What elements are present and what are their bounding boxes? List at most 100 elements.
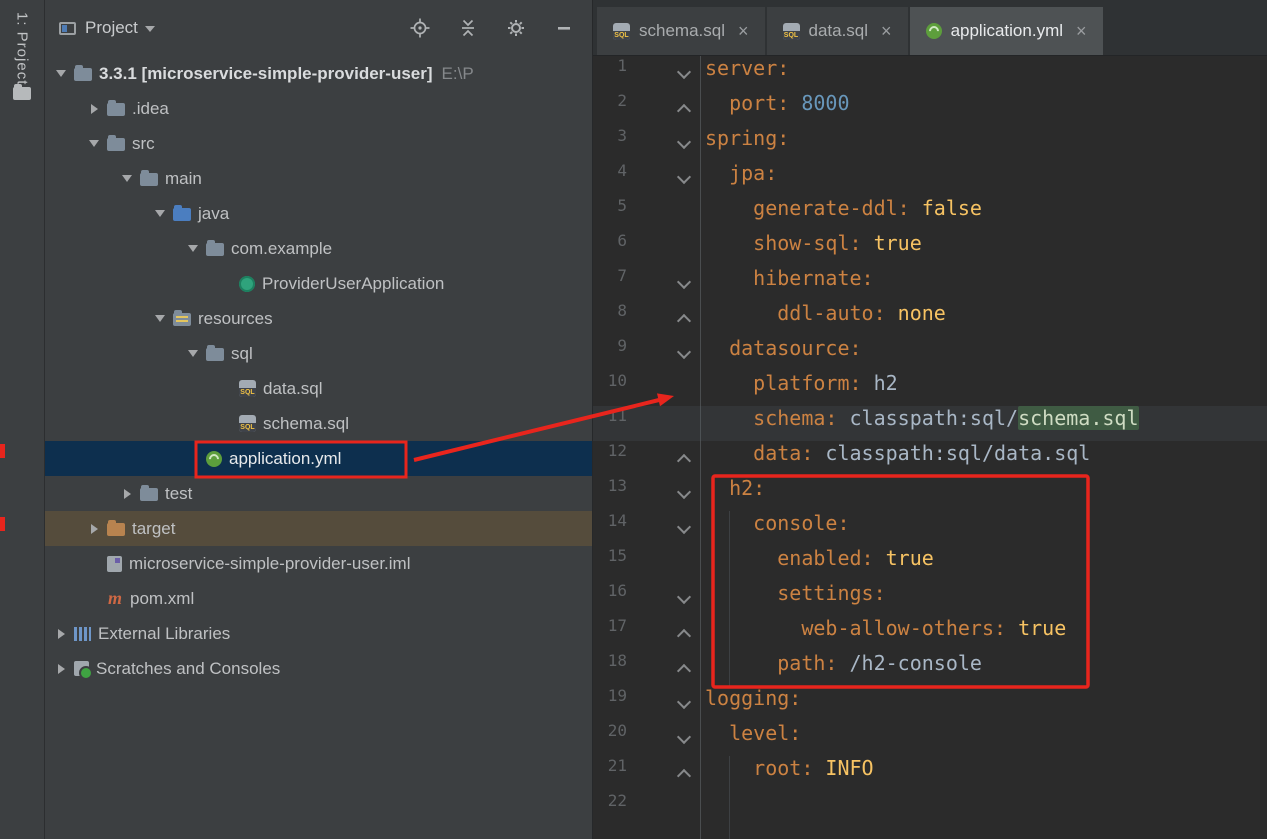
tree-item[interactable]: SQLschema.sql xyxy=(45,406,592,441)
fold-indicator[interactable] xyxy=(677,345,691,359)
folder-icon xyxy=(107,138,125,151)
close-tab-icon[interactable]: × xyxy=(738,21,749,42)
fold-indicator[interactable] xyxy=(677,454,691,468)
tree-item[interactable]: target xyxy=(45,511,592,546)
tree-item[interactable]: com.example xyxy=(45,231,592,266)
tree-item-label: 3.3.1 [microservice-simple-provider-user… xyxy=(99,64,433,84)
chevron-down-icon[interactable] xyxy=(119,171,135,187)
code-line[interactable]: 19logging: xyxy=(593,686,1267,721)
code-line[interactable]: 13 h2: xyxy=(593,476,1267,511)
tab-label: application.yml xyxy=(951,21,1063,41)
fold-indicator[interactable] xyxy=(677,135,691,149)
tree-item-label: application.yml xyxy=(229,449,341,469)
fold-indicator[interactable] xyxy=(677,695,691,709)
editor-tab[interactable]: application.yml × xyxy=(910,7,1103,55)
code-line[interactable]: 8 ddl-auto: none xyxy=(593,301,1267,336)
project-view-selector[interactable]: Project xyxy=(85,18,155,38)
tree-item[interactable]: test xyxy=(45,476,592,511)
project-toolwindow-button[interactable]: 1: Project xyxy=(14,12,31,85)
chevron-down-icon[interactable] xyxy=(152,311,168,327)
chevron-down-icon[interactable] xyxy=(86,136,102,152)
fold-indicator[interactable] xyxy=(677,104,691,118)
hide-panel-button[interactable] xyxy=(554,18,574,38)
code-text: jpa: xyxy=(705,161,777,196)
code-text: root: INFO xyxy=(705,756,874,791)
chevron-down-icon[interactable] xyxy=(185,241,201,257)
tree-item[interactable]: .idea xyxy=(45,91,592,126)
close-tab-icon[interactable]: × xyxy=(881,21,892,42)
code-line[interactable]: 3spring: xyxy=(593,126,1267,161)
code-line[interactable]: 17 web-allow-others: true xyxy=(593,616,1267,651)
chevron-down-icon[interactable] xyxy=(53,66,69,82)
code-token: h2 xyxy=(874,371,898,395)
settings-gear-button[interactable] xyxy=(506,18,526,38)
tree-item[interactable]: sql xyxy=(45,336,592,371)
code-line[interactable]: 6 show-sql: true xyxy=(593,231,1267,266)
tree-item[interactable]: src xyxy=(45,126,592,161)
tree-item[interactable]: java xyxy=(45,196,592,231)
editor-tab[interactable]: SQLdata.sql× xyxy=(767,7,908,55)
fold-indicator[interactable] xyxy=(677,664,691,678)
indent-spacer xyxy=(218,276,234,292)
code-line[interactable]: 1server: xyxy=(593,56,1267,91)
code-token: generate-ddl: xyxy=(705,196,922,220)
chevron-right-icon[interactable] xyxy=(119,486,135,502)
code-line[interactable]: 2 port: 8000 xyxy=(593,91,1267,126)
tree-item[interactable]: application.yml xyxy=(45,441,592,476)
tree-item[interactable]: External Libraries xyxy=(45,616,592,651)
code-line[interactable]: 10 platform: h2 xyxy=(593,371,1267,406)
fold-indicator[interactable] xyxy=(677,769,691,783)
tree-item[interactable]: main xyxy=(45,161,592,196)
chevron-right-icon[interactable] xyxy=(86,101,102,117)
folder-icon[interactable] xyxy=(13,87,31,100)
spring-config-yaml-icon xyxy=(206,451,222,467)
tree-item-label: pom.xml xyxy=(130,589,194,609)
line-number: 17 xyxy=(593,616,627,651)
chevron-right-icon[interactable] xyxy=(53,626,69,642)
code-token: server: xyxy=(705,56,789,80)
code-line[interactable]: 5 generate-ddl: false xyxy=(593,196,1267,231)
tree-item[interactable]: Scratches and Consoles xyxy=(45,651,592,686)
chevron-down-icon[interactable] xyxy=(152,206,168,222)
tree-item[interactable]: SQLdata.sql xyxy=(45,371,592,406)
editor-tab[interactable]: SQLschema.sql× xyxy=(597,7,765,55)
fold-indicator[interactable] xyxy=(677,629,691,643)
close-tab-icon[interactable]: × xyxy=(1076,21,1087,42)
code-line[interactable]: 15 enabled: true xyxy=(593,546,1267,581)
code-text: platform: h2 xyxy=(705,371,898,406)
collapse-all-button[interactable] xyxy=(458,18,478,38)
locate-button[interactable] xyxy=(410,18,430,38)
tree-item[interactable]: microservice-simple-provider-user.iml xyxy=(45,546,592,581)
chevron-right-icon[interactable] xyxy=(86,521,102,537)
fold-indicator[interactable] xyxy=(677,520,691,534)
fold-indicator[interactable] xyxy=(677,730,691,744)
code-line[interactable]: 4 jpa: xyxy=(593,161,1267,196)
sql-file-icon: SQL xyxy=(239,415,256,432)
folder-icon xyxy=(140,173,158,186)
code-line[interactable]: 22 xyxy=(593,791,1267,826)
code-line[interactable]: 11 schema: classpath:sql/schema.sql xyxy=(593,406,1267,441)
fold-indicator[interactable] xyxy=(677,170,691,184)
code-line[interactable]: 12 data: classpath:sql/data.sql xyxy=(593,441,1267,476)
tree-item[interactable]: m pom.xml xyxy=(45,581,592,616)
fold-indicator[interactable] xyxy=(677,314,691,328)
tree-item[interactable]: ProviderUserApplication xyxy=(45,266,592,301)
code-line[interactable]: 16 settings: xyxy=(593,581,1267,616)
code-line[interactable]: 7 hibernate: xyxy=(593,266,1267,301)
excluded-folder-icon xyxy=(107,523,125,536)
fold-indicator[interactable] xyxy=(677,65,691,79)
code-text: port: 8000 xyxy=(705,91,850,126)
tree-item[interactable]: 3.3.1 [microservice-simple-provider-user… xyxy=(45,56,592,91)
maven-pom-icon: m xyxy=(107,591,123,607)
fold-indicator[interactable] xyxy=(677,590,691,604)
code-line[interactable]: 9 datasource: xyxy=(593,336,1267,371)
code-line[interactable]: 21 root: INFO xyxy=(593,756,1267,791)
chevron-right-icon[interactable] xyxy=(53,661,69,677)
code-line[interactable]: 18 path: /h2-console xyxy=(593,651,1267,686)
code-line[interactable]: 14 console: xyxy=(593,511,1267,546)
code-line[interactable]: 20 level: xyxy=(593,721,1267,756)
fold-indicator[interactable] xyxy=(677,485,691,499)
chevron-down-icon[interactable] xyxy=(185,346,201,362)
fold-indicator[interactable] xyxy=(677,275,691,289)
tree-item[interactable]: resources xyxy=(45,301,592,336)
